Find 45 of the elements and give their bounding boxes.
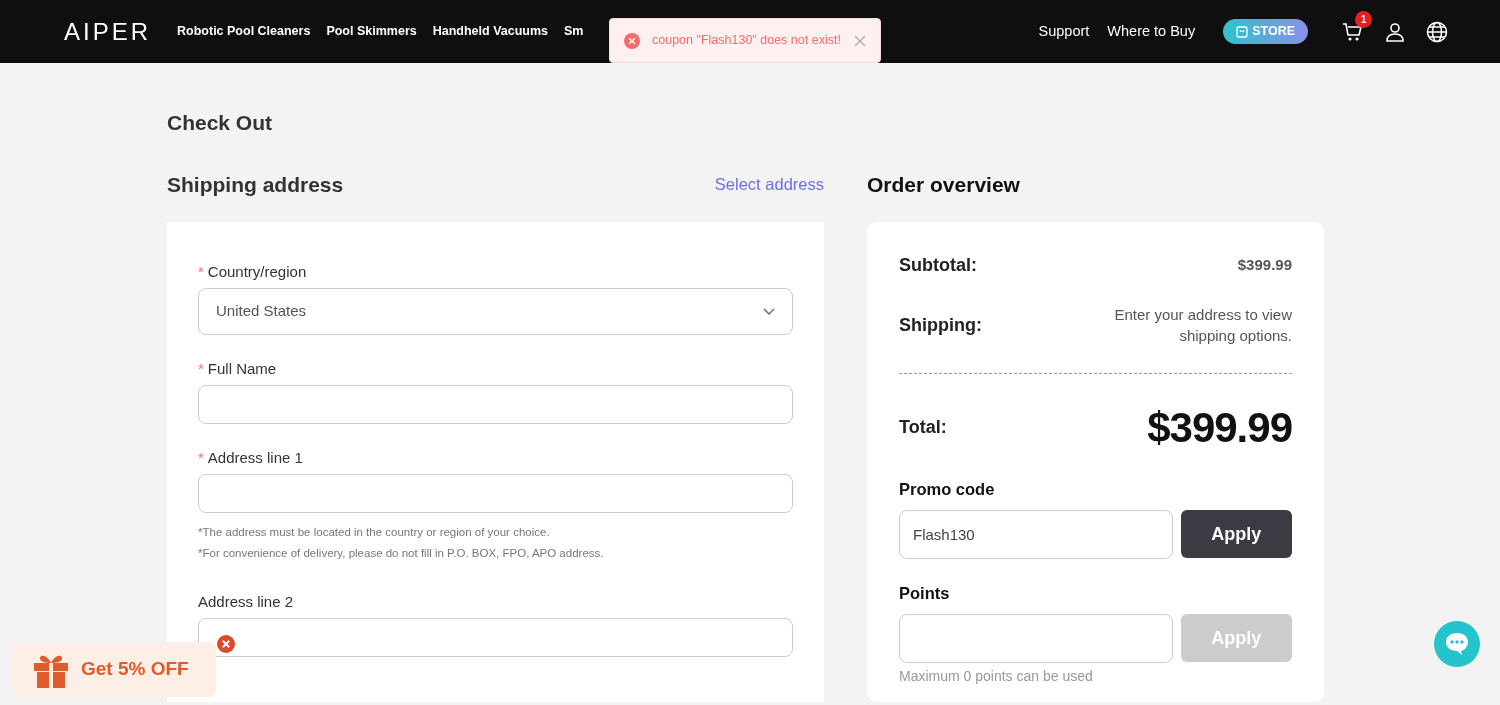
- nav-link-text[interactable]: Where to Buy: [1107, 20, 1196, 43]
- user-icon[interactable]: [1386, 21, 1404, 42]
- summary-value: Enter your address to view shipping options.: [1113, 305, 1292, 346]
- nav-link-text[interactable]: Pool Skimmers: [326, 22, 417, 41]
- points-field[interactable]: [899, 613, 1173, 663]
- nav-link-text[interactable]: Robotic Pool Cleaners: [177, 22, 311, 41]
- field-label: Address line 2: [198, 592, 295, 612]
- chevron-down-icon: [763, 308, 775, 315]
- field-label: * Address line 1: [198, 448, 304, 468]
- close-icon[interactable]: [854, 34, 866, 47]
- input-field[interactable]: [198, 618, 793, 657]
- hint-text: *The address must be located in the country or region of your choice.: [198, 525, 551, 540]
- cart-count-badge: 1: [1355, 10, 1372, 28]
- discount-label: Get 5% OFF: [81, 657, 189, 682]
- section-title: Order overview: [867, 171, 1021, 198]
- nav-link-text[interactable]: Support: [1038, 20, 1090, 43]
- summary-value: $399.99: [1237, 255, 1292, 276]
- input-field[interactable]: [198, 385, 793, 424]
- field-label: * Full Name: [198, 359, 278, 379]
- cart-icon[interactable]: [1342, 22, 1364, 43]
- close-icon[interactable]: [217, 635, 235, 653]
- field-label: * Country/region: [198, 262, 308, 282]
- nav-link-text[interactable]: Handheld Vacuums: [432, 22, 549, 41]
- summary-label: Subtotal:: [899, 254, 977, 277]
- section-title: Shipping address: [167, 171, 344, 198]
- page-title: Check Out: [167, 110, 274, 136]
- summary-label: Shipping:: [899, 313, 982, 337]
- field-label: Promo code: [899, 479, 996, 500]
- promo-code-field[interactable]: Flash130: [899, 509, 1173, 559]
- total-amount: $399.99: [1147, 403, 1292, 453]
- field-label: Points: [899, 582, 951, 604]
- chat-icon[interactable]: [1434, 621, 1480, 667]
- nav-link-text[interactable]: Sm: [564, 22, 584, 41]
- input-field[interactable]: [198, 474, 793, 513]
- country-select[interactable]: United States: [198, 288, 793, 335]
- hint-text: *For convenience of delivery, please do not fill in P.O. BOX, FPO, APO address.: [198, 546, 605, 561]
- logo[interactable]: AIPER: [64, 13, 152, 50]
- hint-text: Maximum 0 points can be used: [899, 666, 1094, 685]
- apply-button[interactable]: Apply: [1180, 510, 1292, 559]
- toast-message: coupon "Flash130" does not exist!: [652, 32, 842, 50]
- globe-icon[interactable]: [1426, 20, 1448, 43]
- bag-icon: [1236, 25, 1249, 38]
- error-icon: [624, 32, 640, 49]
- total-label: Total:: [899, 416, 947, 439]
- select-address-link[interactable]: Select address: [714, 171, 824, 197]
